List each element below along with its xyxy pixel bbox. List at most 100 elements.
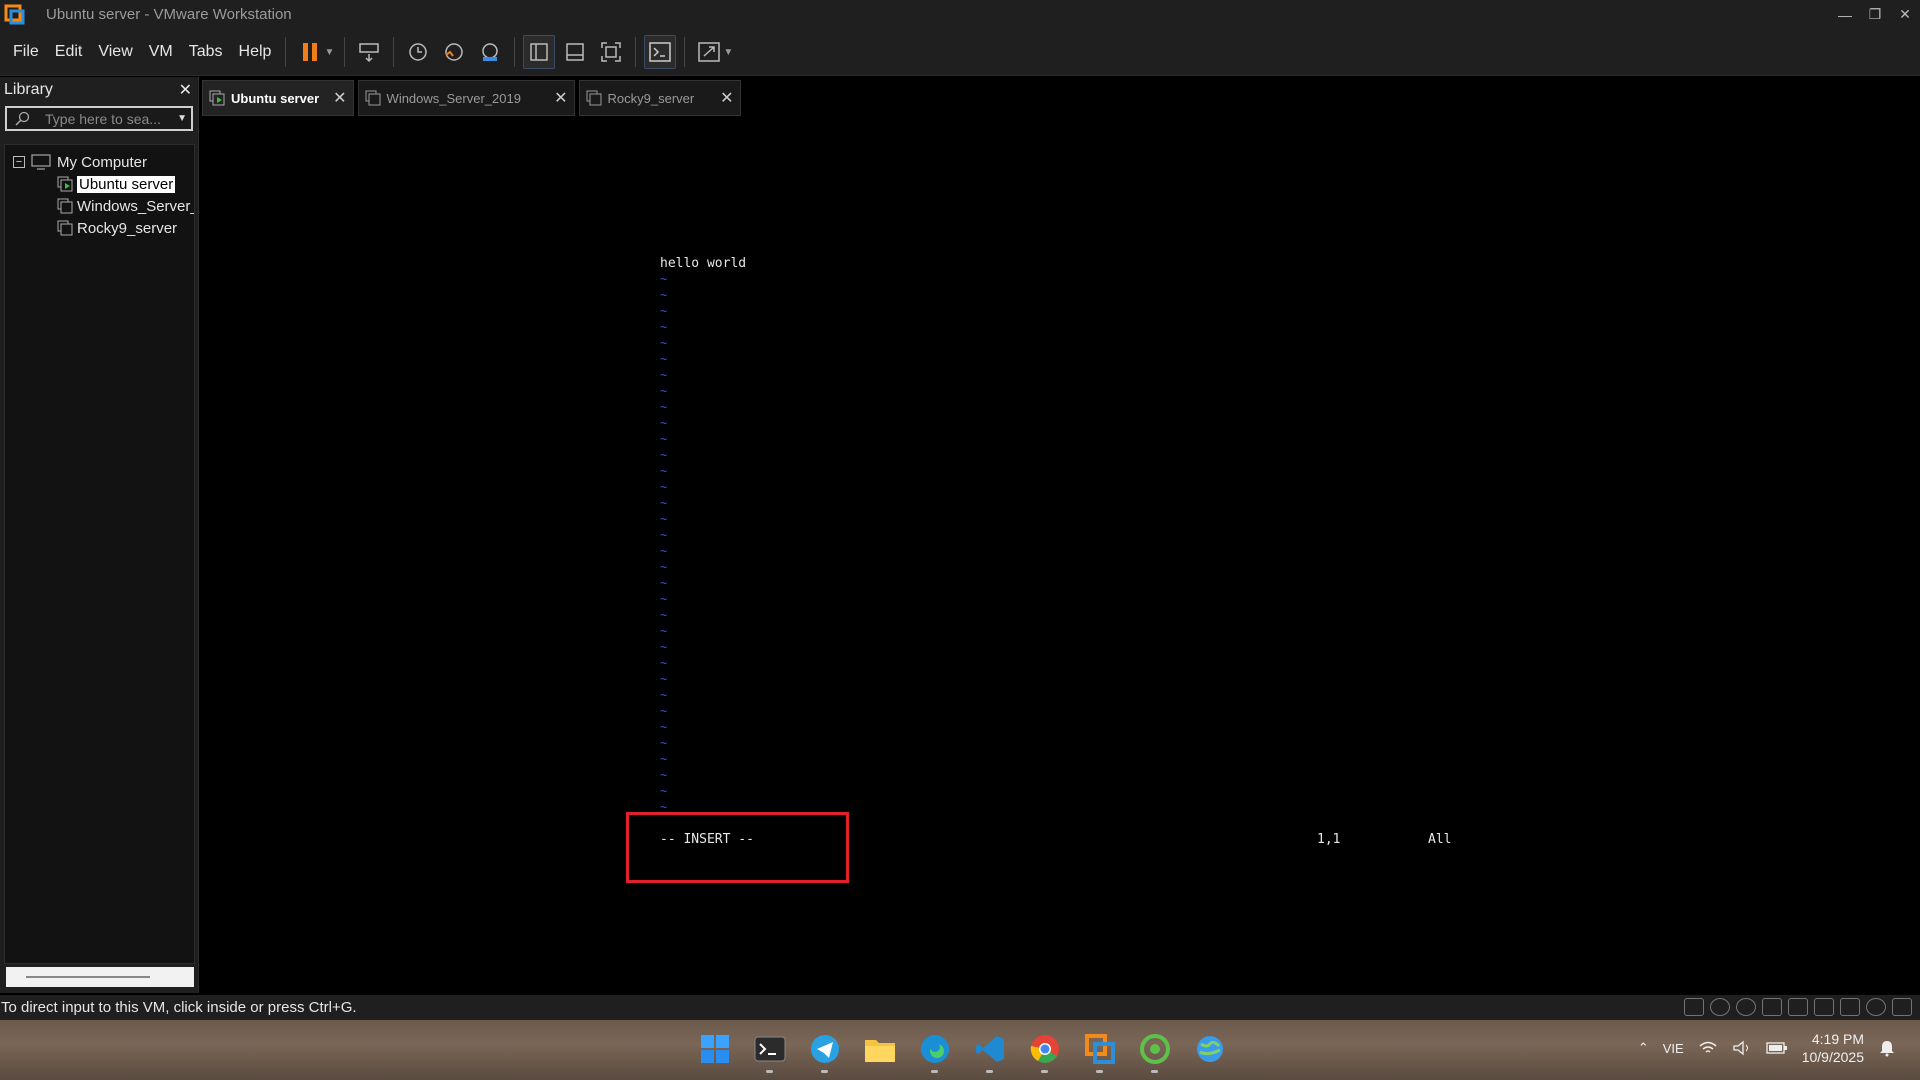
tab-close-icon[interactable]: ✕ [333, 88, 346, 108]
running-indicator [1151, 1070, 1158, 1073]
notification-bell-icon[interactable] [1878, 1039, 1896, 1057]
toolbar-separator [344, 37, 346, 67]
vim-empty-line-tilde: ~ [660, 304, 668, 318]
coccoc-icon[interactable] [1134, 1028, 1175, 1073]
vm-icon [57, 198, 73, 214]
send-ctrl-alt-del-button[interactable] [353, 35, 385, 69]
printer-icon[interactable] [1840, 998, 1860, 1016]
close-icon[interactable]: ✕ [1890, 0, 1920, 29]
library-title: Library [4, 81, 53, 98]
scrollbar-thumb[interactable] [26, 976, 150, 978]
tree-item-rocky9-server[interactable]: Rocky9_server [5, 217, 194, 239]
telegram-icon[interactable] [804, 1028, 845, 1073]
tree-label: My Computer [57, 153, 148, 171]
tab-close-icon[interactable]: ✕ [554, 88, 567, 108]
tree-item-ubuntu-server[interactable]: Ubuntu server [5, 173, 194, 195]
cd-dvd-2-icon[interactable] [1736, 998, 1756, 1016]
terminal-icon[interactable] [749, 1028, 790, 1073]
tab-rocky9-server[interactable]: Rocky9_server ✕ [578, 80, 741, 116]
library-close-icon[interactable]: ✕ [179, 80, 192, 100]
library-horizontal-scrollbar[interactable] [6, 967, 194, 987]
vim-empty-line-tilde: ~ [660, 320, 668, 334]
tab-ubuntu-server[interactable]: Ubuntu server ✕ [202, 80, 354, 116]
toolbar-separator [393, 37, 395, 67]
console-view-button[interactable] [644, 35, 677, 69]
battery-icon[interactable] [1766, 1041, 1788, 1055]
snapshot-manager-icon [482, 43, 499, 61]
vim-empty-line-tilde: ~ [660, 368, 668, 382]
vim-text-line: hello world [660, 256, 747, 271]
vim-empty-line-tilde: ~ [660, 560, 668, 574]
snapshot-manager-button[interactable] [474, 35, 506, 69]
sound-card-icon[interactable] [1814, 998, 1834, 1016]
vm-tab-bar: Ubuntu server ✕ Windows_Server_2019 ✕ Ro… [202, 80, 745, 116]
menu-tabs[interactable]: Tabs [181, 43, 231, 61]
vim-empty-line-tilde: ~ [660, 592, 668, 606]
suspend-button[interactable] [294, 35, 326, 69]
globe-app-icon[interactable] [1189, 1028, 1230, 1069]
tab-label: Ubuntu server [231, 90, 320, 106]
window-title: Ubuntu server - VMware Workstation [46, 6, 292, 23]
tab-windows-server-2019[interactable]: Windows_Server_2019 ✕ [357, 80, 575, 116]
cd-dvd-icon[interactable] [1710, 998, 1730, 1016]
pause-icon [303, 43, 318, 61]
revert-snapshot-icon [445, 43, 464, 61]
input-language[interactable]: VIE [1663, 1041, 1684, 1056]
vim-empty-line-tilde: ~ [660, 672, 668, 686]
full-screen-button[interactable] [595, 35, 627, 69]
windows-start-icon[interactable] [694, 1028, 735, 1069]
search-icon [15, 111, 30, 126]
vim-empty-line-tilde: ~ [660, 544, 668, 558]
hard-disk-icon[interactable] [1684, 998, 1704, 1016]
floppy-icon[interactable] [1762, 998, 1782, 1016]
menu-edit[interactable]: Edit [47, 43, 91, 61]
library-search-input[interactable]: Type here to sea... ▼ [5, 106, 193, 131]
stretch-dropdown-icon[interactable]: ▼ [723, 47, 733, 58]
thumbnail-view-icon [566, 43, 585, 61]
edge-icon[interactable] [914, 1028, 955, 1073]
vscode-icon[interactable] [969, 1028, 1010, 1073]
take-snapshot-button[interactable] [402, 35, 434, 69]
restore-icon[interactable]: ❐ [1860, 0, 1890, 29]
display-icon[interactable] [1866, 998, 1886, 1016]
power-dropdown-icon[interactable]: ▼ [324, 47, 334, 58]
show-hidden-icons-icon[interactable]: ⌃ [1638, 1040, 1649, 1056]
taskbar-clock[interactable]: 4:19 PM 10/9/2025 [1802, 1030, 1864, 1066]
file-explorer-icon[interactable] [859, 1028, 900, 1069]
menu-help[interactable]: Help [231, 43, 280, 61]
network-adapter-icon[interactable] [1788, 998, 1808, 1016]
vim-scroll-position: All [1428, 832, 1452, 847]
volume-icon[interactable] [1732, 1040, 1752, 1056]
search-placeholder: Type here to sea... [45, 110, 161, 127]
vim-empty-line-tilde: ~ [660, 272, 668, 286]
vmware-icon[interactable] [1079, 1028, 1120, 1073]
vm-console[interactable]: hello world -- INSERT -- 1,1 All ~ ~ ~ ~ ~ ~ ~… [201, 118, 1920, 993]
vim-empty-line-tilde: ~ [660, 640, 668, 654]
menu-vm[interactable]: VM [141, 43, 181, 61]
wifi-icon[interactable] [1698, 1040, 1718, 1056]
message-log-icon[interactable] [1892, 998, 1912, 1016]
tree-item-my-computer[interactable]: − My Computer [5, 151, 194, 173]
console-icon [649, 42, 672, 62]
vim-empty-line-tilde: ~ [660, 512, 668, 526]
minimize-icon[interactable]: — [1830, 0, 1860, 29]
stretch-guest-button[interactable] [693, 35, 725, 69]
vm-icon [365, 90, 381, 106]
revert-snapshot-button[interactable] [438, 35, 470, 69]
vmware-logo-icon [4, 4, 26, 26]
vim-empty-line-tilde: ~ [660, 736, 668, 750]
search-dropdown-icon[interactable]: ▼ [177, 113, 187, 124]
vim-empty-line-tilde: ~ [660, 416, 668, 430]
tree-item-windows-server[interactable]: Windows_Server_ [5, 195, 194, 217]
library-tree: − My Computer Ubuntu server Windows_Serv… [4, 144, 195, 964]
status-bar: To direct input to this VM, click inside… [0, 995, 1920, 1020]
menu-file[interactable]: File [5, 43, 47, 61]
show-library-button[interactable] [523, 35, 556, 69]
vim-empty-line-tilde: ~ [660, 448, 668, 462]
tree-label: Windows_Server_ [77, 197, 194, 215]
show-thumbnail-button[interactable] [559, 35, 591, 69]
chrome-icon[interactable] [1024, 1028, 1065, 1073]
tab-close-icon[interactable]: ✕ [720, 88, 733, 108]
collapse-icon[interactable]: − [13, 156, 25, 168]
menu-view[interactable]: View [90, 43, 140, 61]
